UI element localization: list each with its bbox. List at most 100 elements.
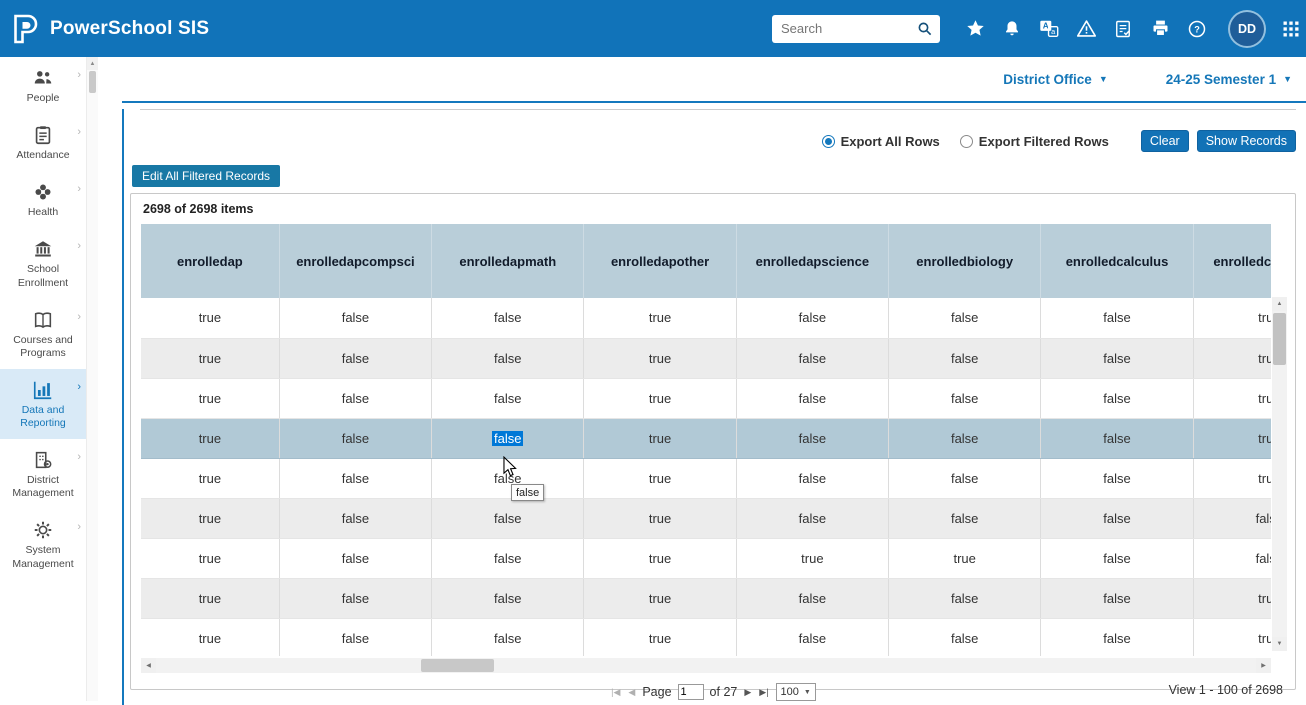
apps-grid-icon[interactable]: [1280, 18, 1302, 40]
table-cell[interactable]: true: [1193, 338, 1271, 378]
search-box[interactable]: [772, 15, 940, 43]
table-cell[interactable]: false: [736, 418, 888, 458]
table-cell[interactable]: true: [584, 418, 736, 458]
table-horizontal-scrollbar[interactable]: ◀ ▶: [141, 658, 1271, 673]
table-cell[interactable]: false: [1041, 578, 1193, 618]
table-cell[interactable]: true: [141, 578, 279, 618]
table-cell[interactable]: false: [1041, 338, 1193, 378]
last-page-icon[interactable]: ▶|: [758, 687, 769, 698]
school-selector[interactable]: District Office ▼: [1003, 72, 1107, 87]
radio-selected-icon[interactable]: [822, 135, 835, 148]
table-cell[interactable]: false: [889, 498, 1041, 538]
translation-icon[interactable]: A a: [1038, 18, 1060, 40]
print-icon[interactable]: [1149, 18, 1171, 40]
column-header-enrolledapmath[interactable]: enrolledapmath: [432, 224, 584, 298]
next-page-icon[interactable]: ▶: [743, 687, 752, 698]
favorites-star-icon[interactable]: [964, 18, 986, 40]
table-row[interactable]: truefalsefalsetruefalsefalsefalsetrue: [141, 378, 1271, 418]
table-cell[interactable]: false: [279, 298, 431, 338]
search-input[interactable]: [781, 21, 916, 36]
table-cell[interactable]: true: [584, 458, 736, 498]
table-cell[interactable]: false: [279, 458, 431, 498]
sidebar-item-district-management[interactable]: › District Management: [0, 439, 86, 509]
table-row[interactable]: truefalsefalsetruefalsefalsefalsetrue: [141, 578, 1271, 618]
table-row[interactable]: truefalsefalsetruetruetruefalsefalse: [141, 538, 1271, 578]
prev-page-icon[interactable]: ◀: [627, 687, 636, 698]
table-cell[interactable]: false: [432, 418, 584, 458]
column-header-enrolledcalculus[interactable]: enrolledcalculus: [1041, 224, 1193, 298]
table-cell[interactable]: false: [889, 338, 1041, 378]
table-cell[interactable]: true: [141, 498, 279, 538]
table-cell[interactable]: false: [279, 498, 431, 538]
table-cell[interactable]: false: [889, 298, 1041, 338]
scroll-down-icon[interactable]: ▼: [1272, 637, 1287, 651]
export-filtered-rows-radio[interactable]: Export Filtered Rows: [960, 134, 1109, 149]
column-header-enrolledap[interactable]: enrolledap: [141, 224, 279, 298]
table-cell[interactable]: false: [889, 418, 1041, 458]
table-cell[interactable]: true: [1193, 458, 1271, 498]
table-cell[interactable]: false: [1041, 458, 1193, 498]
table-cell[interactable]: false: [432, 538, 584, 578]
scroll-up-icon[interactable]: ▲: [1272, 297, 1287, 311]
table-cell[interactable]: false: [1193, 538, 1271, 578]
table-cell[interactable]: true: [584, 338, 736, 378]
table-cell[interactable]: true: [141, 538, 279, 578]
scrollbar-track[interactable]: [156, 658, 1256, 673]
table-cell[interactable]: false: [1041, 618, 1193, 656]
scrollbar-thumb[interactable]: [1273, 313, 1286, 365]
table-cell[interactable]: false: [432, 298, 584, 338]
table-vertical-scrollbar[interactable]: ▲ ▼: [1272, 297, 1287, 651]
forms-checklist-icon[interactable]: [1112, 18, 1134, 40]
table-cell[interactable]: false: [279, 418, 431, 458]
scroll-right-icon[interactable]: ▶: [1256, 658, 1271, 673]
table-cell[interactable]: false: [432, 618, 584, 656]
first-page-icon[interactable]: |◀: [610, 687, 621, 698]
table-cell[interactable]: true: [1193, 298, 1271, 338]
table-cell[interactable]: false: [279, 378, 431, 418]
sidebar-scrollbar[interactable]: ▲: [86, 57, 98, 701]
sidebar-item-data-and-reporting[interactable]: › Data and Reporting: [0, 369, 86, 439]
sidebar-item-system-management[interactable]: › System Management: [0, 509, 86, 579]
table-row[interactable]: truefalsefalsetruefalsefalsefalsefalse: [141, 498, 1271, 538]
table-cell[interactable]: true: [141, 378, 279, 418]
page-number-input[interactable]: [678, 684, 704, 700]
table-cell[interactable]: false: [432, 378, 584, 418]
table-cell[interactable]: true: [141, 618, 279, 656]
table-cell[interactable]: false: [736, 498, 888, 538]
table-cell[interactable]: true: [736, 538, 888, 578]
table-cell[interactable]: false: [432, 458, 584, 498]
table-cell[interactable]: false: [889, 618, 1041, 656]
table-cell[interactable]: false: [1193, 498, 1271, 538]
scrollbar-thumb[interactable]: [421, 659, 494, 672]
table-cell[interactable]: false: [432, 498, 584, 538]
sidebar-item-school-enrollment[interactable]: › School Enrollment: [0, 228, 86, 298]
table-cell[interactable]: true: [141, 458, 279, 498]
table-cell[interactable]: false: [736, 458, 888, 498]
scrollbar-thumb[interactable]: [89, 71, 96, 93]
table-cell[interactable]: false: [279, 338, 431, 378]
table-row[interactable]: truefalsefalsetruefalsefalsefalsetrue: [141, 298, 1271, 338]
notifications-bell-icon[interactable]: [1001, 18, 1023, 40]
table-cell[interactable]: true: [141, 418, 279, 458]
sidebar-item-people[interactable]: › People: [0, 57, 86, 114]
column-header-enrolledbiology[interactable]: enrolledbiology: [889, 224, 1041, 298]
table-cell[interactable]: true: [584, 578, 736, 618]
table-cell[interactable]: true: [584, 298, 736, 338]
table-cell[interactable]: false: [889, 578, 1041, 618]
table-cell[interactable]: true: [1193, 378, 1271, 418]
column-header-enrolledapscience[interactable]: enrolledapscience: [736, 224, 888, 298]
sidebar-item-attendance[interactable]: › Attendance: [0, 114, 86, 171]
table-row[interactable]: truefalsefalsetruefalsefalsefalsetrue: [141, 618, 1271, 656]
table-cell[interactable]: false: [279, 578, 431, 618]
table-row[interactable]: truefalsefalsetruefalsefalsefalsetrue: [141, 458, 1271, 498]
table-cell[interactable]: true: [584, 618, 736, 656]
show-records-button[interactable]: Show Records: [1197, 130, 1296, 152]
term-selector[interactable]: 24-25 Semester 1 ▼: [1166, 72, 1292, 87]
table-cell[interactable]: true: [584, 498, 736, 538]
table-cell[interactable]: true: [584, 378, 736, 418]
clear-button[interactable]: Clear: [1141, 130, 1189, 152]
table-cell[interactable]: true: [1193, 418, 1271, 458]
powerschool-logo-icon[interactable]: [12, 14, 40, 44]
table-cell[interactable]: true: [889, 538, 1041, 578]
export-all-rows-radio[interactable]: Export All Rows: [822, 134, 940, 149]
